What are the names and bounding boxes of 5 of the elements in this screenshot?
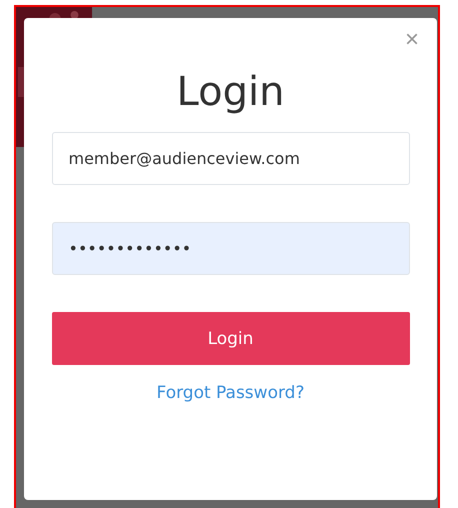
forgot-password-link[interactable]: Forgot Password? <box>156 383 304 403</box>
password-field[interactable]: ••••••••••••• <box>52 222 410 275</box>
dialog-title: Login <box>176 68 284 116</box>
login-button[interactable]: Login <box>52 312 410 365</box>
email-field[interactable]: member@audienceview.com <box>52 132 410 185</box>
